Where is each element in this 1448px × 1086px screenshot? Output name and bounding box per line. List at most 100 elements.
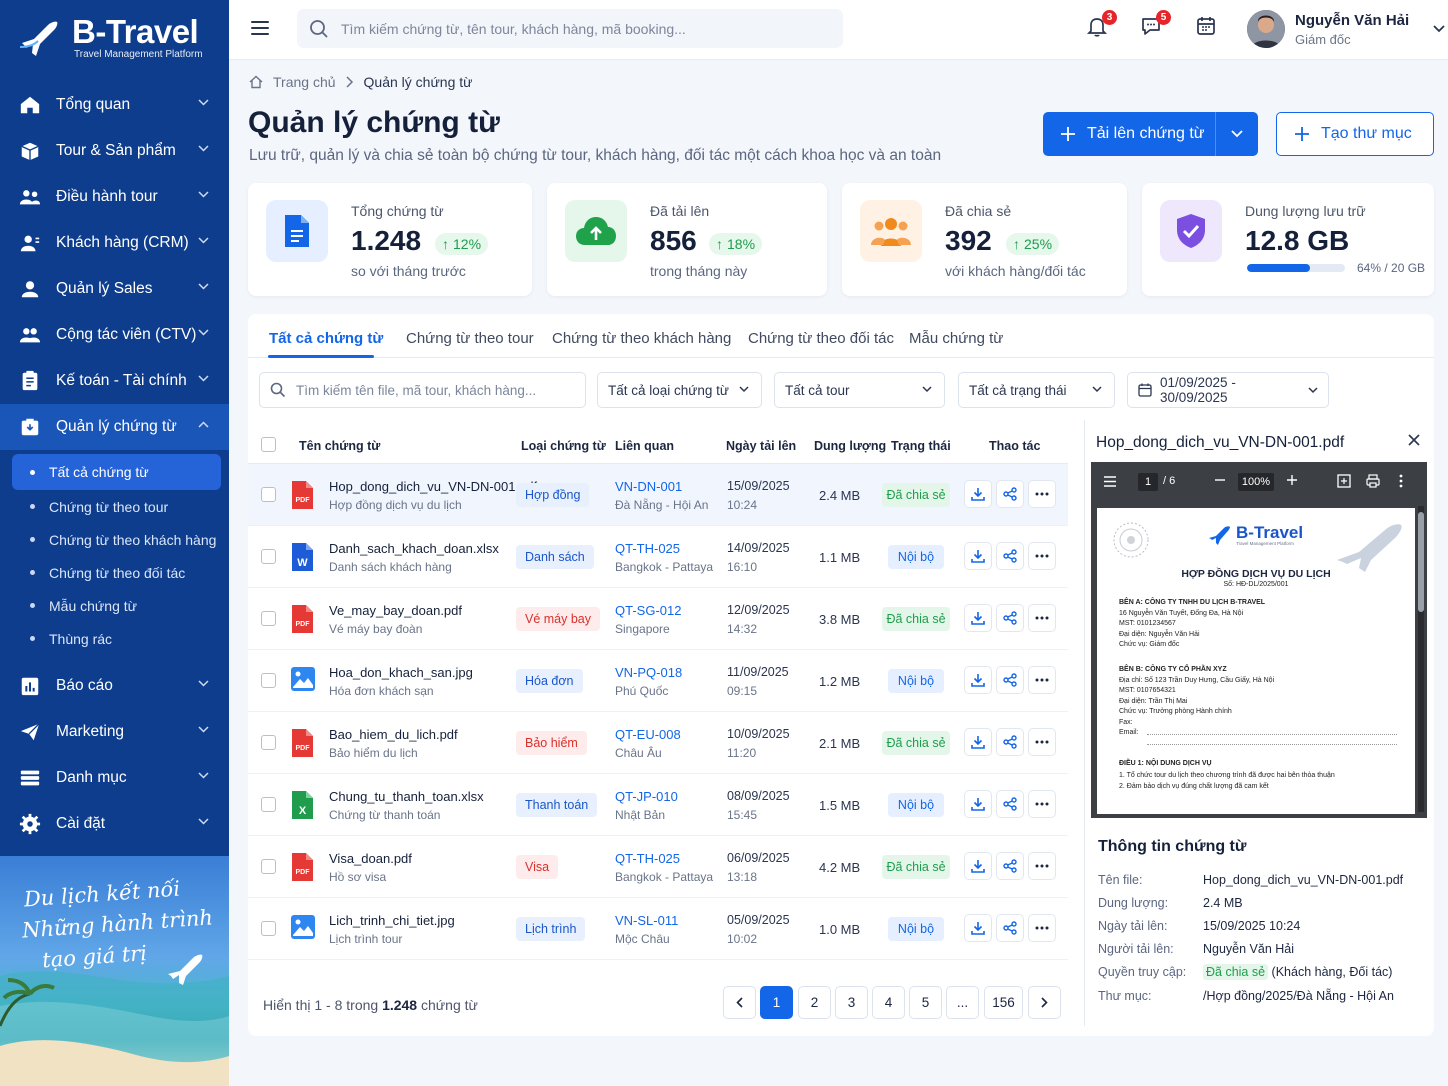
more-actions-button[interactable] [1028,914,1056,942]
download-button[interactable] [964,666,992,694]
more-actions-button[interactable] [1028,790,1056,818]
sidebar-item-bao-cao[interactable]: Báo cáo [0,663,229,709]
pdf-page-input[interactable]: 1 [1138,473,1158,491]
row-checkbox[interactable] [261,921,276,936]
user-menu[interactable]: Nguyễn Văn Hải Giám đốc [1247,10,1445,48]
upload-document-button[interactable]: Tải lên chứng từ [1043,112,1258,156]
share-button[interactable] [996,914,1024,942]
file-name[interactable]: Lich_trinh_chi_tiet.jpg [329,913,455,928]
file-name[interactable]: Chung_tu_thanh_toan.xlsx [329,789,484,804]
global-search-input[interactable]: Tìm kiếm chứng từ, tên tour, khách hàng,… [297,9,843,48]
page-button[interactable]: 3 [835,986,868,1019]
download-button[interactable] [964,852,992,880]
fit-page-icon[interactable] [1337,474,1351,488]
tab-by-customer[interactable]: Chứng từ theo khách hàng [552,330,731,347]
next-page-button[interactable] [1028,986,1061,1019]
file-name[interactable]: Hoa_don_khach_san.jpg [329,665,473,680]
sidebar-item-dieu-hanh-tour[interactable]: Điều hành tour [0,174,229,220]
sidebar-item-ke-toan-tai-chinh[interactable]: Kế toán - Tài chính [0,358,229,404]
tab-templates[interactable]: Mẫu chứng từ [909,330,1003,347]
sidebar-item-danh-muc[interactable]: Danh mục [0,755,229,801]
sidebar-item-marketing[interactable]: Marketing [0,709,229,755]
column-header[interactable]: Dung lượng [814,439,886,453]
pdf-zoom-level[interactable]: 100% [1238,473,1274,491]
pdf-scrollbar-thumb[interactable] [1418,512,1424,612]
calendar-button[interactable] [1194,14,1222,42]
table-row[interactable]: PDF Ve_may_bay_doan.pdf Vé máy bay đoàn Vé … [248,588,1068,650]
more-actions-button[interactable] [1028,604,1056,632]
row-checkbox[interactable] [261,673,276,688]
messages-button[interactable]: 5 [1139,10,1171,42]
share-button[interactable] [996,852,1024,880]
more-actions-button[interactable] [1028,728,1056,756]
sidebar-item-khach-hang-crm[interactable]: Khách hàng (CRM) [0,220,229,266]
sidebar-subitem-chung-tu-theo-khach-hang[interactable]: Chứng từ theo khách hàng [12,523,221,556]
page-button[interactable]: 1 [760,986,793,1019]
column-header[interactable]: Ngày tải lên [726,439,796,453]
table-row[interactable]: Hoa_don_khach_san.jpg Hóa đơn khách sạn Hó… [248,650,1068,712]
close-icon[interactable] [1408,434,1420,446]
share-button[interactable] [996,666,1024,694]
file-name[interactable]: Visa_doan.pdf [329,851,412,866]
column-header[interactable]: Liên quan [615,439,674,453]
zoom-out-icon[interactable] [1215,475,1225,485]
related-code-link[interactable]: VN-DN-001 [615,479,682,494]
tab-by-partner[interactable]: Chứng từ theo đối tác [748,330,894,347]
tour-filter-select[interactable]: Tất cả tour [774,372,945,408]
download-button[interactable] [964,480,992,508]
zoom-in-icon[interactable] [1287,475,1297,485]
column-header[interactable]: Loại chứng từ [521,439,606,453]
tab-all-documents[interactable]: Tất cả chứng từ [269,330,383,347]
notification-button[interactable]: 3 [1085,10,1117,42]
more-actions-button[interactable] [1028,542,1056,570]
prev-page-button[interactable] [723,986,756,1019]
download-button[interactable] [964,604,992,632]
row-checkbox[interactable] [261,487,276,502]
related-code-link[interactable]: QT-JP-010 [615,789,678,804]
column-header[interactable]: Tên chứng từ [299,439,380,453]
more-actions-button[interactable] [1028,480,1056,508]
share-button[interactable] [996,542,1024,570]
sidebar-item-quan-ly-chung-tu[interactable]: Quản lý chứng từ [0,404,229,450]
share-button[interactable] [996,604,1024,632]
related-code-link[interactable]: VN-PQ-018 [615,665,682,680]
sidebar-subitem-mau-chung-tu[interactable]: Mẫu chứng từ [12,589,221,622]
sidebar-item-cai-dat[interactable]: Cài đặt [0,801,229,847]
date-range-picker[interactable]: 01/09/2025 - 30/09/2025 [1127,372,1329,408]
sidebar-item-cong-tac-vien-ctv[interactable]: Cộng tác viên (CTV) [0,312,229,358]
file-name[interactable]: Danh_sach_khach_doan.xlsx [329,541,499,556]
row-checkbox[interactable] [261,611,276,626]
print-icon[interactable] [1366,474,1380,488]
row-checkbox[interactable] [261,549,276,564]
sidebar-subitem-chung-tu-theo-doi-tac[interactable]: Chứng từ theo đối tác [12,556,221,589]
page-button[interactable]: 4 [872,986,905,1019]
create-folder-button[interactable]: Tạo thư mục [1276,112,1434,156]
sidebar-subitem-tat-ca-chung-tu[interactable]: Tất cả chứng từ [12,454,221,490]
page-button[interactable]: 156 [984,986,1023,1019]
related-code-link[interactable]: VN-SL-011 [615,913,678,928]
share-button[interactable] [996,728,1024,756]
menu-toggle-icon[interactable] [251,20,269,36]
sidebar-item-tour-san-pham[interactable]: Tour & Sản phẩm [0,128,229,174]
download-button[interactable] [964,790,992,818]
download-button[interactable] [964,728,992,756]
row-checkbox[interactable] [261,797,276,812]
sidebar-item-tong-quan[interactable]: Tổng quan [0,82,229,128]
share-button[interactable] [996,790,1024,818]
sidebar-item-quan-ly-sales[interactable]: Quản lý Sales [0,266,229,312]
share-button[interactable] [996,480,1024,508]
table-row[interactable]: PDF Bao_hiem_du_lich.pdf Bảo hiểm du lịch B… [248,712,1068,774]
related-code-link[interactable]: QT-SG-012 [615,603,681,618]
type-filter-select[interactable]: Tất cả loại chứng từ [597,372,762,408]
related-code-link[interactable]: QT-TH-025 [615,851,680,866]
table-row[interactable]: PDF Visa_doan.pdf Hồ sơ visa Visa QT-TH-025 B… [248,836,1068,898]
table-row[interactable]: X Chung_tu_thanh_toan.xlsx Chứng từ thanh … [248,774,1068,836]
breadcrumb-home[interactable]: Trang chủ [273,74,336,90]
tab-by-tour[interactable]: Chứng từ theo tour [406,330,534,347]
related-code-link[interactable]: QT-EU-008 [615,727,681,742]
status-filter-select[interactable]: Tất cả trạng thái [958,372,1115,408]
more-actions-button[interactable] [1028,852,1056,880]
page-button[interactable]: 5 [909,986,942,1019]
download-button[interactable] [964,914,992,942]
file-name[interactable]: Ve_may_bay_doan.pdf [329,603,462,618]
